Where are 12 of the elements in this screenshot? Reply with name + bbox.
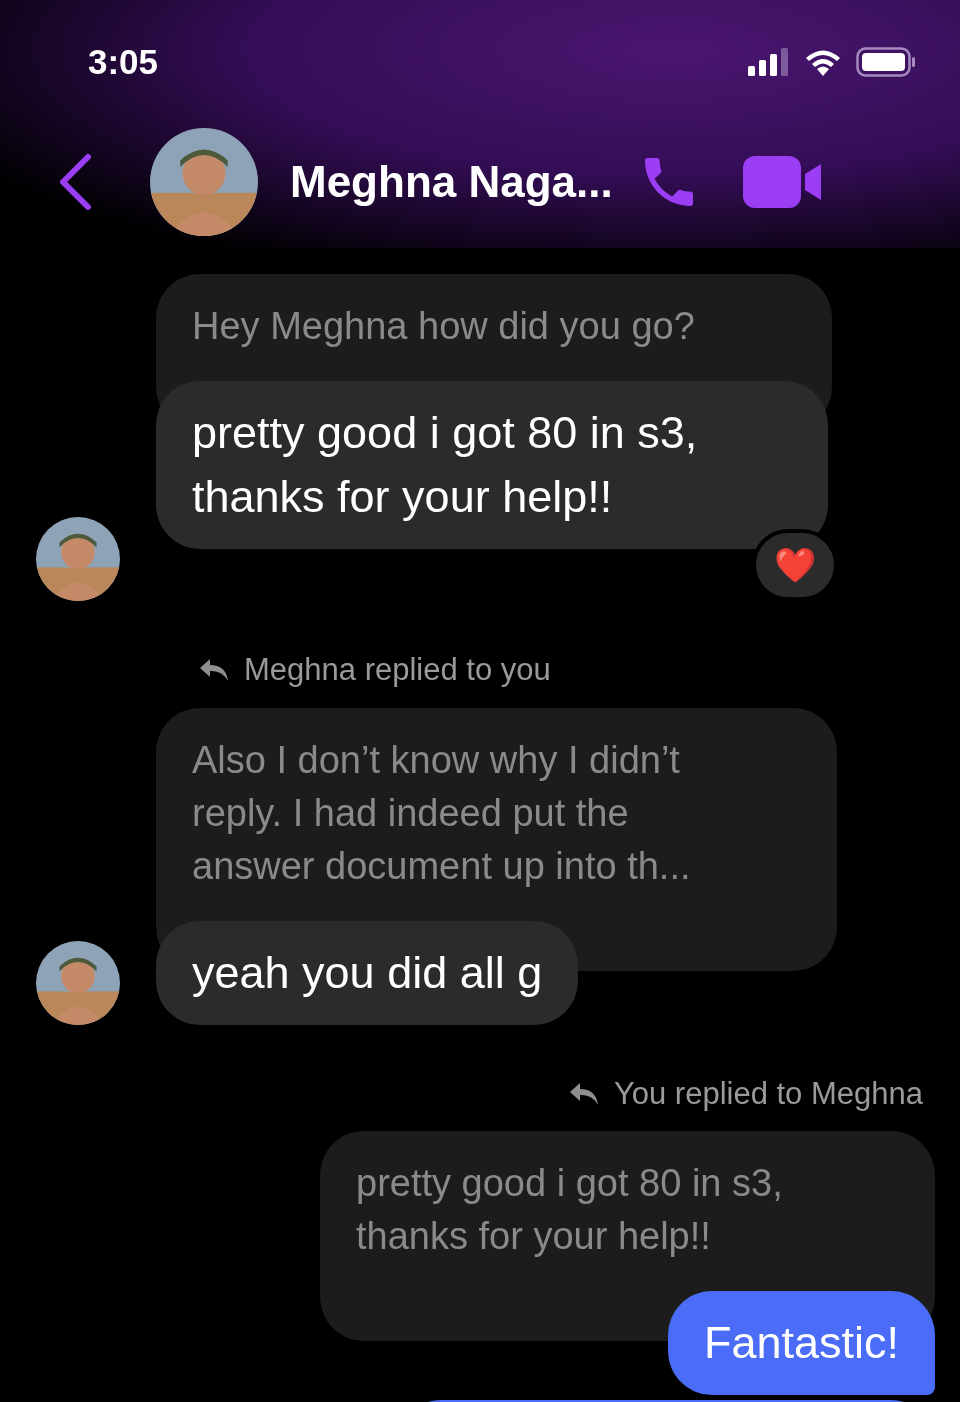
video-camera-icon bbox=[742, 154, 823, 210]
message-bubble: pretty good i got 80 in s3, thanks for your help!! bbox=[156, 381, 828, 549]
signal-icon bbox=[748, 48, 790, 76]
chevron-left-icon bbox=[58, 153, 92, 211]
battery-icon bbox=[856, 47, 916, 77]
wifi-icon bbox=[804, 48, 842, 76]
contact-name: Meghna Naga... bbox=[290, 156, 613, 208]
video-call-button[interactable] bbox=[742, 154, 823, 210]
clock: 3:05 bbox=[88, 40, 159, 83]
message-bubble: yeah you did all g bbox=[156, 920, 579, 1025]
reply-label: Meghna replied to you bbox=[244, 651, 551, 689]
reply-label: You replied to Meghna bbox=[613, 1074, 923, 1113]
